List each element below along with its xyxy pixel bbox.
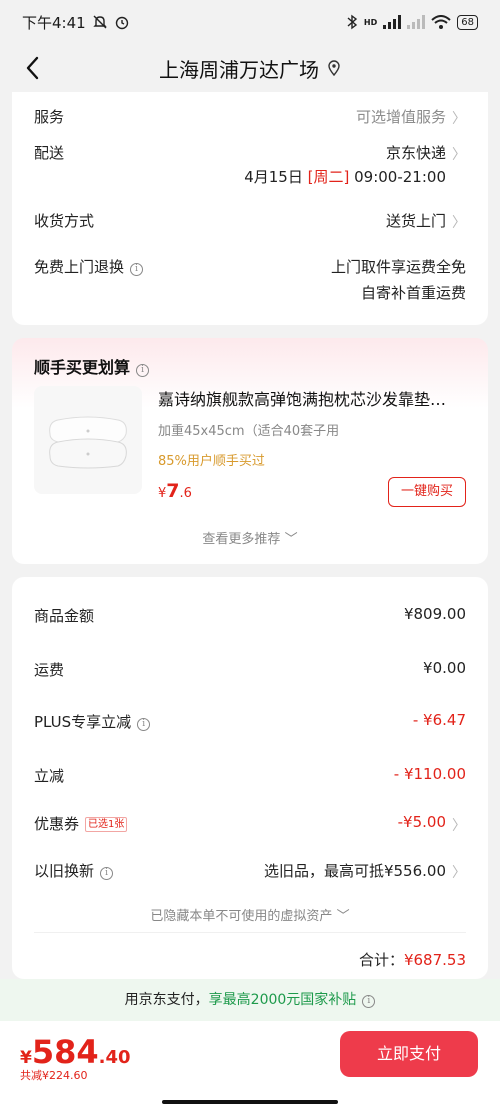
plus-value: - ¥6.47 [412,711,466,729]
pay-amount: ¥584.40 [20,1033,131,1071]
service-value: 可选增值服务 [355,108,446,126]
chevron-down-icon: ﹀ [284,532,298,547]
shipping-row[interactable]: 配送 京东快递 〉 [34,142,466,163]
status-bar: 下午4:41 HD 68 [0,0,500,44]
hidden-assets-text: 已隐藏本单不可使用的虚拟资产 [150,909,333,924]
shipping-label: 配送 [34,144,65,162]
mute-icon [92,15,107,29]
info-icon[interactable]: i [362,995,376,1008]
chevron-down-icon: ﹀ [336,909,350,924]
pay-now-button[interactable]: 立即支付 [340,1031,478,1077]
chevron-right-icon: 〉 [452,111,466,127]
price-int: 7 [166,480,180,502]
receive-row[interactable]: 收货方式 送货上门 〉 [34,210,466,231]
recommend-card: 顺手买更划算 i 嘉诗纳旗舰款高弹饱满抱枕芯沙发靠垫… 加重45x45cm（适合4… [12,338,488,564]
battery-indicator: 68 [457,14,478,30]
info-icon[interactable]: i [136,364,150,377]
return-row: 免费上门退换 i 上门取件享运费全免 [34,256,466,277]
more-recommend-text: 查看更多推荐 [202,532,281,547]
total-value: ¥687.53 [403,951,466,969]
chevron-right-icon: 〉 [452,147,466,163]
coupon-row[interactable]: 优惠券 已选1张 -¥5.00 〉 [34,813,466,834]
return-label: 免费上门退换 [34,258,125,276]
pay-bar: ¥584.40 共减¥224.60 立即支付 [0,1021,500,1111]
coupon-badge: 已选1张 [85,817,128,832]
pillow-image [49,416,127,469]
return-value-2: 自寄补首重运费 [360,284,466,302]
status-time: 下午4:41 [22,13,86,32]
service-label: 服务 [34,108,65,126]
shipping-value: 京东快递 [385,144,446,162]
subsidy-prefix: 用京东支付， [124,992,209,1008]
delivery-weekday: [周二] [307,168,350,186]
service-row[interactable]: 服务 可选增值服务 〉 [34,106,466,127]
summary-card: 商品金额 ¥809.00 运费 ¥0.00 PLUS专享立减 i - ¥6.47 … [12,577,488,979]
product-name[interactable]: 嘉诗纳旗舰款高弹饱满抱枕芯沙发靠垫… [158,386,468,410]
delivery-window: 09:00-21:00 [354,168,446,186]
pay-price-dec: .40 [98,1047,131,1068]
receive-value: 送货上门 [385,212,446,230]
signal-icon [383,15,402,29]
total-label: 合计： [358,951,404,969]
plus-label: PLUS专享立减 [34,713,132,731]
receive-label: 收货方式 [34,212,95,230]
chevron-right-icon: 〉 [452,865,466,881]
total: 合计：¥687.53 [359,949,466,970]
freight-row: 运费 ¥0.00 [34,659,466,680]
tradein-row[interactable]: 以旧换新 i 选旧品，最高可抵¥556.00 〉 [34,860,466,881]
chevron-right-icon: 〉 [452,818,466,834]
subsidy-highlight: 享最高2000元国家补贴 [208,992,357,1008]
wifi-icon [431,15,451,29]
delivery-time: 4月15日 [周二] 09:00-21:00 [244,166,446,187]
back-icon[interactable] [22,54,46,82]
home-indicator[interactable] [162,1100,338,1104]
delivery-date: 4月15日 [244,168,303,186]
freight-label: 运费 [34,661,65,679]
product-price: ¥7.6 [158,480,192,502]
chevron-right-icon: 〉 [452,215,466,231]
one-click-buy-button[interactable]: 一键购买 [388,477,466,507]
delivery-card: 服务 可选增值服务 〉 配送 京东快递 〉 4月15日 [周二] 09:00-2… [12,92,488,325]
discount-label: 立减 [34,767,65,785]
return-value-1: 上门取件享运费全免 [330,258,466,276]
subsidy-banner[interactable]: 用京东支付，享最高2000元国家补贴 i [0,979,500,1021]
freight-value: ¥0.00 [423,659,466,677]
info-icon[interactable]: i [137,718,151,731]
alarm-icon [115,16,128,30]
signal-2-icon [407,15,426,29]
info-icon[interactable]: i [100,867,114,880]
discount-value: - ¥110.00 [393,765,466,783]
location-icon[interactable] [327,60,341,76]
price-dec: .6 [179,486,192,501]
product-hint: 85%用户顺手买过 [158,454,265,469]
product-thumbnail[interactable] [34,386,142,494]
header: 上海周浦万达广场 [0,44,500,92]
pay-price-symbol: ¥ [20,1048,32,1068]
bluetooth-icon [347,14,358,30]
hidden-assets-link[interactable]: 已隐藏本单不可使用的虚拟资产 ﹀ [12,905,488,924]
info-icon[interactable]: i [130,263,144,276]
page-title[interactable]: 上海周浦万达广场 [159,54,319,83]
recommend-title: 顺手买更划算 i [34,354,150,378]
discount-row: 立减 - ¥110.00 [34,765,466,786]
pay-price-int: 584 [31,1033,99,1071]
divider [34,932,466,933]
more-recommend-link[interactable]: 查看更多推荐 ﹀ [12,528,488,547]
recommend-title-text: 顺手买更划算 [34,358,131,377]
plus-row: PLUS专享立减 i - ¥6.47 [34,711,466,732]
coupon-label: 优惠券 [34,815,80,833]
saved-amount[interactable]: 共减¥224.60 [20,1067,88,1083]
tradein-value: 选旧品，最高可抵¥556.00 [263,862,446,880]
coupon-value: -¥5.00 [397,813,446,831]
goods-row: 商品金额 ¥809.00 [34,605,466,626]
hd-label: HD [363,17,378,27]
product-spec: 加重45x45cm（适合40套子用 [158,424,340,439]
goods-value: ¥809.00 [403,605,466,623]
tradein-label: 以旧换新 [34,862,95,880]
goods-label: 商品金额 [34,607,95,625]
